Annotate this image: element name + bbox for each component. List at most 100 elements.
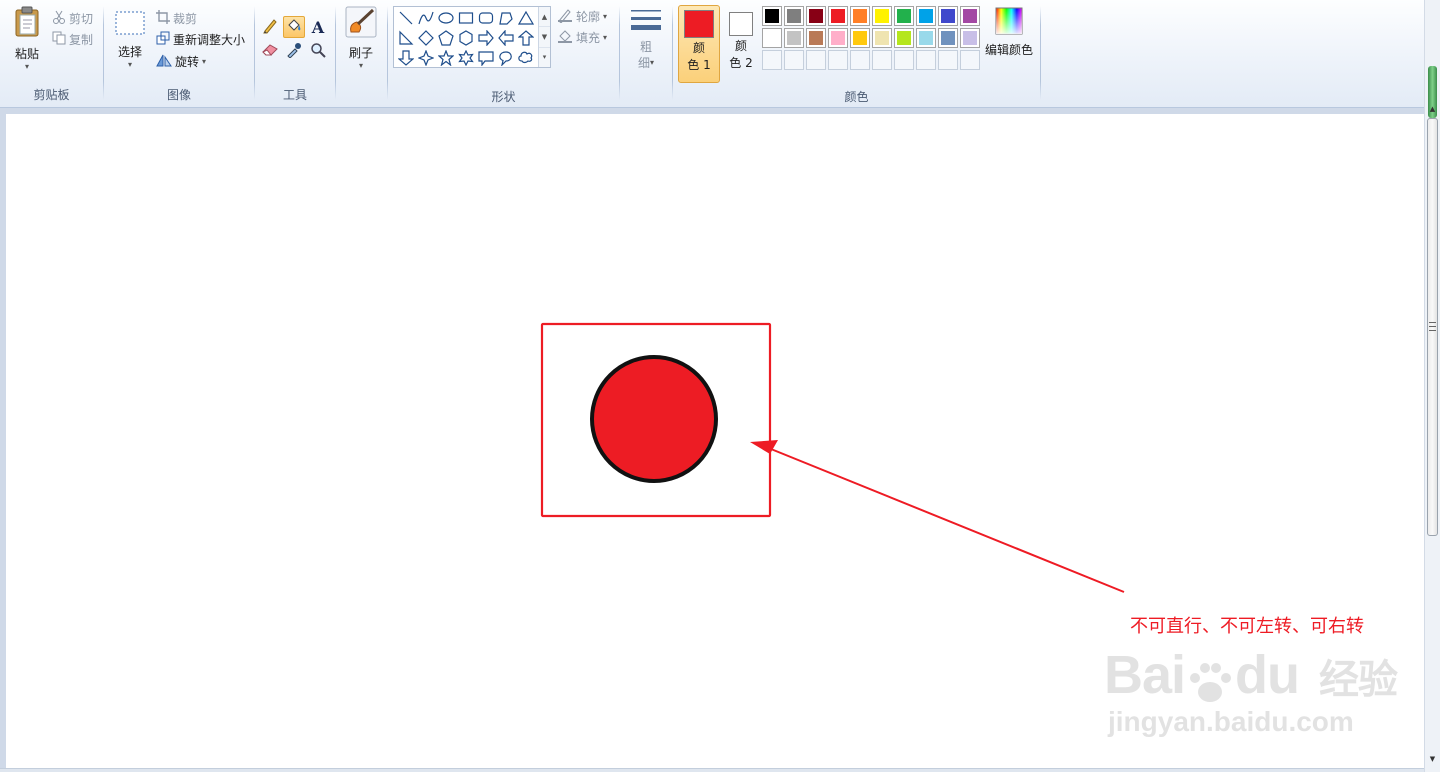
shape-rectangle[interactable] xyxy=(456,9,476,29)
shapes-expand-icon[interactable]: ▾ xyxy=(539,48,550,67)
shape-rect-callout[interactable] xyxy=(476,49,496,69)
eraser-tool[interactable] xyxy=(259,40,281,62)
palette-color-swatch[interactable] xyxy=(872,28,892,48)
color1-button[interactable]: 颜色 1 xyxy=(678,5,720,83)
color2-button[interactable]: 颜色 2 xyxy=(720,5,762,83)
palette-color-swatch[interactable] xyxy=(784,28,804,48)
pencil-tool[interactable] xyxy=(259,16,281,38)
select-button[interactable]: 选择 ▾ xyxy=(112,10,148,69)
rotate-button[interactable]: 旋转 ▾ xyxy=(156,51,206,71)
eraser-icon xyxy=(261,43,279,60)
shape-right-arrow[interactable] xyxy=(476,28,496,49)
palette-color-swatch[interactable] xyxy=(806,6,826,26)
shape-curve[interactable] xyxy=(416,9,436,29)
custom-color-slot[interactable] xyxy=(938,50,958,70)
resize-button[interactable]: 重新调整大小 xyxy=(156,29,245,49)
palette-color-swatch[interactable] xyxy=(762,28,782,48)
colors-group-label: 颜色 xyxy=(844,90,869,104)
color-picker-tool[interactable] xyxy=(283,40,305,62)
palette-color-swatch[interactable] xyxy=(806,28,826,48)
crop-button[interactable]: 裁剪 xyxy=(156,8,197,28)
shape-six-point-star[interactable] xyxy=(456,49,476,69)
palette-color-swatch[interactable] xyxy=(894,6,914,26)
shape-left-arrow[interactable] xyxy=(496,28,516,49)
palette-color-swatch[interactable] xyxy=(960,28,980,48)
edit-colors-label: 编辑颜色 xyxy=(984,43,1033,57)
rotate-dropdown-icon[interactable]: ▾ xyxy=(202,57,206,66)
palette-color-swatch[interactable] xyxy=(894,28,914,48)
text-tool[interactable]: A xyxy=(307,16,329,38)
fill-label: 填充 xyxy=(576,30,601,45)
cut-button[interactable]: 剪切 xyxy=(52,8,93,28)
shape-cloud-callout[interactable] xyxy=(516,49,536,69)
brushes-dropdown-icon[interactable]: ▾ xyxy=(359,61,363,70)
copy-button[interactable]: 复制 xyxy=(52,29,93,49)
swatch-fill xyxy=(941,31,955,45)
custom-color-slot[interactable] xyxy=(828,50,848,70)
outline-dropdown-icon[interactable]: ▾ xyxy=(603,12,607,21)
shape-oval[interactable] xyxy=(436,9,456,29)
shape-pentagon[interactable] xyxy=(436,29,456,49)
shape-hexagon[interactable] xyxy=(456,29,476,49)
shapes-scrollbar[interactable]: ▲ ▼ ▾ xyxy=(538,7,550,67)
shapes-scroll-up-icon[interactable]: ▲ xyxy=(539,7,550,28)
brushes-button[interactable]: 刷子 ▾ xyxy=(341,6,381,70)
shape-rounded-rectangle[interactable] xyxy=(476,9,496,29)
magnifier-tool[interactable] xyxy=(307,40,329,62)
shape-down-arrow[interactable] xyxy=(396,49,416,69)
palette-color-swatch[interactable] xyxy=(762,6,782,26)
palette-color-swatch[interactable] xyxy=(828,28,848,48)
palette-color-swatch[interactable] xyxy=(784,6,804,26)
shape-oval-callout[interactable] xyxy=(496,49,516,69)
shape-triangle[interactable] xyxy=(516,9,536,29)
outline-button[interactable]: 轮廓 ▾ xyxy=(557,6,607,26)
vertical-scrollbar[interactable]: ▲ ▼ xyxy=(1424,0,1440,772)
scroll-down-icon[interactable]: ▼ xyxy=(1425,752,1440,766)
custom-color-slot[interactable] xyxy=(762,50,782,70)
custom-color-slot[interactable] xyxy=(806,50,826,70)
shape-five-point-star[interactable] xyxy=(436,48,456,69)
size-button[interactable]: 粗 细 ▾ xyxy=(626,8,666,71)
shape-line[interactable] xyxy=(396,9,416,29)
curve-icon xyxy=(418,10,434,29)
custom-color-slot[interactable] xyxy=(872,50,892,70)
shapes-scroll-down-icon[interactable]: ▼ xyxy=(539,27,550,48)
size-dropdown-icon[interactable]: ▾ xyxy=(650,55,654,71)
paste-button[interactable]: 粘贴 ▾ xyxy=(8,6,46,71)
custom-color-slot[interactable] xyxy=(916,50,936,70)
scroll-up-icon[interactable]: ▲ xyxy=(1425,102,1440,116)
swatch-fill xyxy=(963,31,977,45)
pencil-icon xyxy=(262,18,278,37)
color2-label-line2: 色 2 xyxy=(729,56,753,70)
shape-up-arrow[interactable] xyxy=(516,29,536,49)
shape-right-triangle[interactable] xyxy=(396,29,416,49)
custom-color-slot[interactable] xyxy=(850,50,870,70)
select-dropdown-icon[interactable]: ▾ xyxy=(128,60,132,69)
copy-label: 复制 xyxy=(69,32,94,47)
shape-diamond[interactable] xyxy=(416,29,436,49)
shape-four-point-star[interactable] xyxy=(416,48,436,69)
custom-color-slot[interactable] xyxy=(960,50,980,70)
custom-color-slot[interactable] xyxy=(784,50,804,70)
fill-button[interactable]: 填充 ▾ xyxy=(557,27,607,47)
fill-dropdown-icon[interactable]: ▾ xyxy=(603,33,607,42)
palette-color-swatch[interactable] xyxy=(828,6,848,26)
edit-colors-button[interactable]: 编辑颜色 xyxy=(984,6,1034,58)
palette-color-swatch[interactable] xyxy=(850,6,870,26)
palette-color-swatch[interactable] xyxy=(916,28,936,48)
pentagon-icon xyxy=(438,29,454,49)
palette-color-swatch[interactable] xyxy=(960,6,980,26)
palette-color-swatch[interactable] xyxy=(916,6,936,26)
custom-color-slot[interactable] xyxy=(894,50,914,70)
rounded-rectangle-icon xyxy=(478,10,494,29)
separator xyxy=(672,6,673,100)
paste-dropdown-icon[interactable]: ▾ xyxy=(25,62,29,71)
palette-color-swatch[interactable] xyxy=(938,6,958,26)
palette-color-swatch[interactable] xyxy=(850,28,870,48)
line-width-icon xyxy=(630,8,662,39)
outline-label: 轮廓 xyxy=(576,9,601,24)
palette-color-swatch[interactable] xyxy=(872,6,892,26)
fill-bucket-tool[interactable] xyxy=(283,16,305,38)
palette-color-swatch[interactable] xyxy=(938,28,958,48)
shape-polygon[interactable] xyxy=(496,9,516,29)
